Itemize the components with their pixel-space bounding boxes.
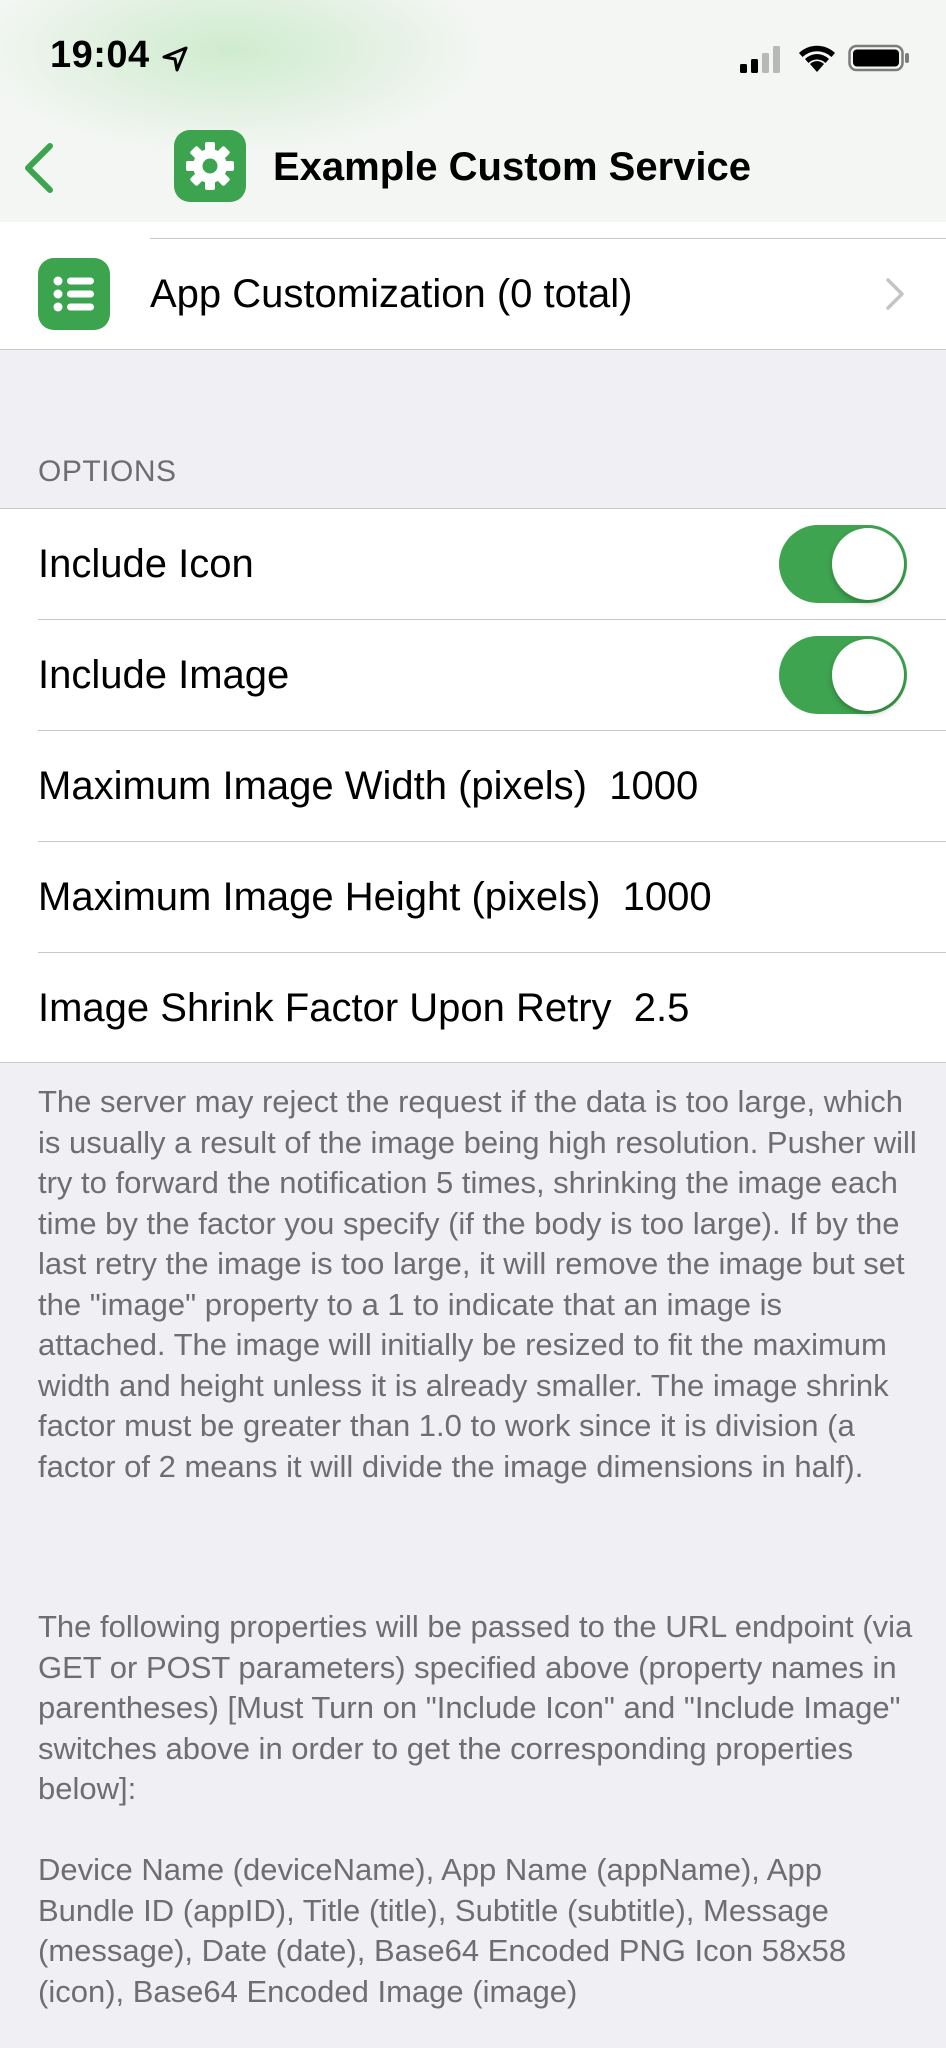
max-width-input[interactable]: 1000 (609, 764, 698, 808)
chevron-right-icon (886, 278, 904, 310)
app-icon (174, 130, 246, 202)
max-height-input[interactable]: 1000 (623, 875, 712, 919)
divider (0, 349, 946, 350)
include-image-toggle[interactable] (779, 636, 907, 714)
footer-paragraph-2: The following properties will be passed … (38, 1609, 913, 1806)
battery-icon (848, 44, 909, 72)
divider (0, 1062, 946, 1063)
shrink-factor-row[interactable]: Image Shrink Factor Upon Retry 2.5 (38, 986, 689, 1031)
shrink-factor-input[interactable]: 2.5 (634, 986, 690, 1030)
app-customization-label: App Customization (0 total) (150, 272, 633, 316)
location-arrow-icon (162, 46, 188, 72)
divider (38, 841, 946, 842)
include-icon-toggle[interactable] (779, 525, 907, 603)
divider (150, 238, 946, 239)
section-header-options: OPTIONS (38, 455, 177, 488)
list-icon (38, 258, 110, 330)
include-image-label: Include Image (38, 653, 290, 697)
include-icon-label: Include Icon (38, 542, 254, 586)
cellular-signal-icon (740, 46, 780, 73)
wifi-icon (799, 45, 835, 72)
navigation-header: 19:04 Example Custom Service (0, 0, 946, 223)
max-width-label: Maximum Image Width (pixels) (38, 764, 588, 808)
list-glyph-icon (53, 276, 94, 312)
footer-paragraph-3: Device Name (deviceName), App Name (appN… (38, 1852, 847, 2009)
shrink-factor-label: Image Shrink Factor Upon Retry (38, 986, 612, 1030)
max-width-row[interactable]: Maximum Image Width (pixels) 1000 (38, 764, 698, 809)
toggle-knob (832, 528, 904, 600)
divider (38, 952, 946, 953)
page-title: Example Custom Service (273, 145, 751, 189)
gear-icon (186, 142, 234, 190)
footer-paragraph-1: The server may reject the request if the… (38, 1084, 917, 1484)
chevron-left-icon[interactable] (16, 138, 60, 198)
divider (38, 619, 946, 620)
max-height-label: Maximum Image Height (pixels) (38, 875, 601, 919)
max-height-row[interactable]: Maximum Image Height (pixels) 1000 (38, 875, 712, 920)
divider (38, 730, 946, 731)
toggle-knob (832, 639, 904, 711)
status-time: 19:04 (50, 34, 150, 76)
